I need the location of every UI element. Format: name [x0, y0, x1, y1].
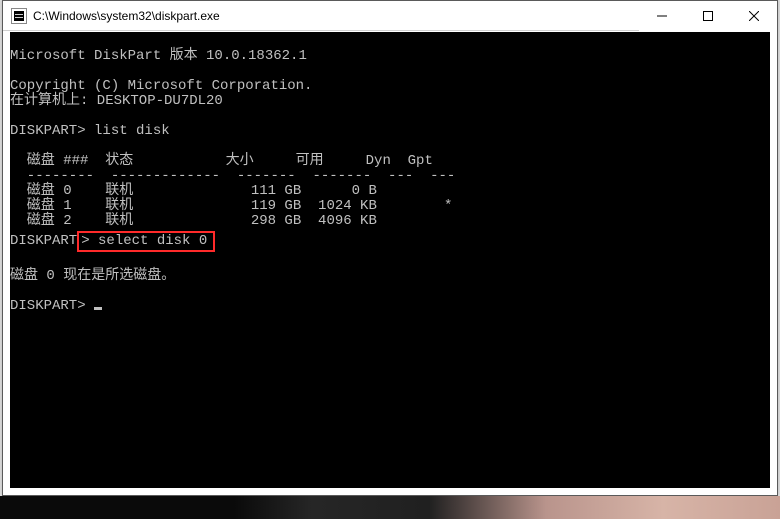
result-line: 磁盘 0 现在是所选磁盘。: [10, 268, 175, 284]
close-button[interactable]: [731, 1, 777, 31]
disk-row: 磁盘 2 联机 298 GB 4096 KB: [10, 213, 444, 229]
cmd-icon: [11, 8, 27, 24]
window-buttons: [639, 1, 777, 31]
prompt-select-prefix: DISKPART: [10, 233, 77, 249]
disk-table-divider: -------- ------------- ------- ------- -…: [10, 168, 455, 184]
terminal-content: Microsoft DiskPart 版本 10.0.18362.1 Copyr…: [10, 32, 770, 488]
disk-row: 磁盘 1 联机 119 GB 1024 KB *: [10, 198, 452, 214]
prompt-list-disk: DISKPART> list disk: [10, 123, 170, 139]
disk-table-header: 磁盘 ### 状态 大小 可用 Dyn Gpt: [10, 153, 433, 169]
select-disk-highlight: > select disk 0: [77, 231, 215, 252]
version-line: Microsoft DiskPart 版本 10.0.18362.1: [10, 48, 307, 64]
diskpart-window: C:\Windows\system32\diskpart.exe Microso…: [2, 0, 778, 496]
cursor: [94, 307, 102, 310]
desktop-background-strip: [0, 496, 780, 519]
prompt-current: DISKPART>: [10, 298, 94, 314]
window-title: C:\Windows\system32\diskpart.exe: [33, 9, 639, 23]
prompt-select-cmd: > select disk 0: [81, 233, 207, 249]
disk-row: 磁盘 0 联机 111 GB 0 B: [10, 183, 444, 199]
computer-line: 在计算机上: DESKTOP-DU7DL20: [10, 93, 223, 109]
copyright-line: Copyright (C) Microsoft Corporation.: [10, 78, 312, 94]
terminal-area[interactable]: Microsoft DiskPart 版本 10.0.18362.1 Copyr…: [10, 32, 770, 488]
titlebar[interactable]: C:\Windows\system32\diskpart.exe: [3, 1, 777, 31]
minimize-button[interactable]: [639, 1, 685, 31]
maximize-button[interactable]: [685, 1, 731, 31]
